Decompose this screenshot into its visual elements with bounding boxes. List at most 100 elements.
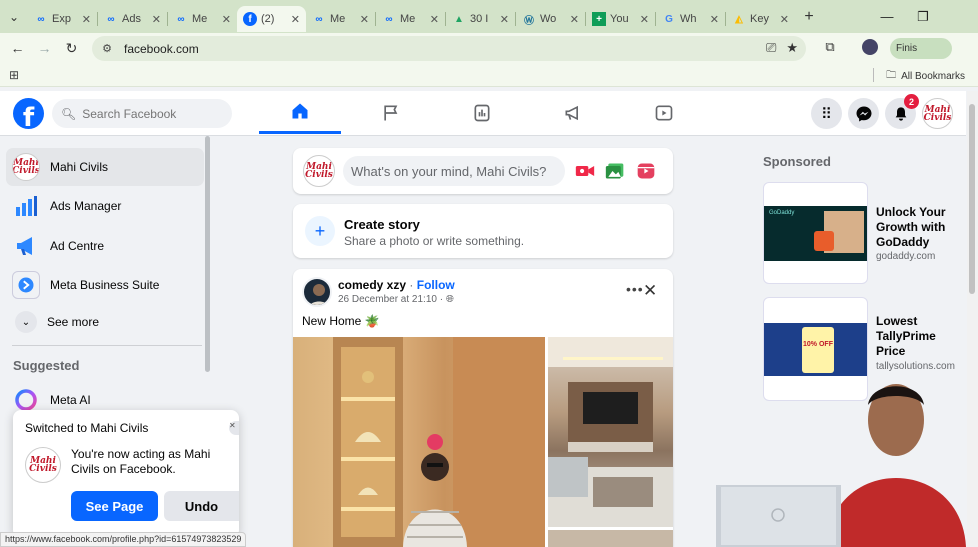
browser-tab[interactable]: ◭ Key ✕ xyxy=(726,6,795,32)
see-more-button[interactable]: ⌄ See more xyxy=(6,303,204,341)
follow-link[interactable]: Follow xyxy=(417,278,455,292)
close-icon[interactable]: ✕ xyxy=(82,13,91,26)
close-icon[interactable]: ✕ xyxy=(710,13,719,26)
post-author-line: comedy xzy · Follow xyxy=(338,278,455,292)
browser-tab[interactable]: Ⓦ Wo ✕ xyxy=(516,6,585,32)
sidebar-scrollbar[interactable] xyxy=(205,136,210,372)
account-avatar[interactable]: Mahi Civils xyxy=(922,98,953,129)
ads-manager-icon xyxy=(12,192,40,220)
live-video-icon[interactable] xyxy=(575,162,595,180)
close-icon[interactable]: ✕ xyxy=(291,13,300,26)
url-text[interactable]: facebook.com xyxy=(124,42,199,56)
extensions-icon[interactable]: ⧉ xyxy=(819,36,841,58)
tab-title: Me xyxy=(192,13,208,25)
messenger-button[interactable] xyxy=(848,98,879,129)
post-photo[interactable] xyxy=(293,337,545,547)
insights-tab[interactable] xyxy=(441,91,523,134)
link-status-bar: https://www.facebook.com/profile.php?id=… xyxy=(0,532,247,547)
flag-icon xyxy=(384,105,398,120)
browser-tab[interactable]: ∞ Me ✕ xyxy=(376,6,445,32)
browser-tab-active[interactable]: f (2) ✕ xyxy=(237,6,306,32)
pages-tab[interactable] xyxy=(350,91,432,134)
minimize-icon[interactable]: — xyxy=(870,0,904,33)
tab-title: Me xyxy=(400,13,416,25)
browser-tab[interactable]: ∞ Ads ✕ xyxy=(98,6,167,32)
facebook-icon: f xyxy=(243,12,257,26)
ads-tab[interactable] xyxy=(532,91,614,134)
install-app-icon[interactable]: ⎚ xyxy=(766,40,776,56)
ad-title[interactable]: Unlock Your Growth with GoDaddy xyxy=(876,205,956,250)
close-icon[interactable]: ✕ xyxy=(222,13,231,26)
restore-icon[interactable]: ❐ xyxy=(906,0,940,33)
tab-search-icon[interactable]: ⌄ xyxy=(0,0,28,33)
composer-input[interactable]: What's on your mind, Mahi Civils? xyxy=(343,156,565,186)
messenger-icon xyxy=(856,106,871,121)
page-scrollbar[interactable] xyxy=(967,91,978,547)
page-avatar: Mahi Civils xyxy=(12,153,40,181)
browser-tab[interactable]: G Wh ✕ xyxy=(656,6,725,32)
browser-tab[interactable]: ∞ Me ✕ xyxy=(168,6,237,32)
close-icon[interactable]: ✕ xyxy=(430,13,439,26)
finish-update-button[interactable]: Finis xyxy=(890,38,952,59)
address-bar[interactable]: ⚙ facebook.com ⎚ ★ xyxy=(92,36,806,61)
profile-avatar-icon[interactable] xyxy=(859,36,881,58)
close-icon[interactable]: ✕ xyxy=(570,13,579,26)
plus-icon: + xyxy=(305,216,335,246)
forward-icon[interactable]: → xyxy=(31,35,58,62)
close-icon[interactable]: ✕ xyxy=(360,13,369,26)
bell-icon xyxy=(895,106,906,121)
more-options-icon[interactable]: ••• xyxy=(626,281,644,297)
create-story-card[interactable]: + Create story Share a photo or write so… xyxy=(293,204,673,258)
browser-tab[interactable]: ∞ Exp ✕ xyxy=(28,6,97,32)
search-input[interactable] xyxy=(82,106,223,121)
new-tab-icon[interactable]: + xyxy=(795,8,823,26)
drive-icon: ▲ xyxy=(454,13,464,25)
search-box[interactable]: 🔍︎ xyxy=(52,99,232,128)
ad-thumbnail[interactable]: GoDaddy xyxy=(763,182,868,284)
author-name[interactable]: comedy xzy xyxy=(338,278,406,292)
wordpress-icon: Ⓦ xyxy=(524,15,534,27)
page-avatar: Mahi Civils xyxy=(25,447,61,483)
sidebar-item-ad-centre[interactable]: Ad Centre xyxy=(6,227,204,265)
home-tab[interactable] xyxy=(259,91,341,134)
sidebar-item-meta-business-suite[interactable]: Meta Business Suite xyxy=(6,266,204,304)
site-settings-icon[interactable]: ⚙ xyxy=(100,42,114,56)
post-timestamp[interactable]: 26 December at 21:10 · 🌐︎ xyxy=(338,294,454,305)
post-photo[interactable] xyxy=(548,337,673,527)
meta-icon: ∞ xyxy=(107,13,115,25)
close-icon[interactable]: ✕ xyxy=(780,13,789,26)
author-avatar[interactable] xyxy=(302,277,332,307)
back-icon[interactable]: ← xyxy=(4,35,31,62)
globe-icon: 🌐︎ xyxy=(445,294,454,305)
photo-video-icon[interactable] xyxy=(605,162,625,180)
apps-grid-icon[interactable]: ⊞ xyxy=(9,68,19,82)
close-icon[interactable]: ✕ xyxy=(500,13,509,26)
sidebar-item-label: Meta AI xyxy=(50,393,91,407)
close-icon[interactable]: ✕ xyxy=(229,421,239,435)
ad-title[interactable]: Lowest TallyPrime Price xyxy=(876,314,956,359)
notification-badge: 2 xyxy=(904,94,919,109)
page-avatar: Mahi Civils xyxy=(303,155,335,187)
bookmark-star-icon[interactable]: ★ xyxy=(786,40,798,56)
facebook-logo-icon[interactable]: f xyxy=(13,98,44,129)
all-bookmarks[interactable]: 🗀 All Bookmarks xyxy=(886,68,965,85)
close-icon[interactable]: ✕ xyxy=(643,281,657,301)
video-tab[interactable] xyxy=(623,91,705,134)
browser-tab[interactable]: ∞ Me ✕ xyxy=(306,6,375,32)
post-photo[interactable] xyxy=(548,530,673,547)
search-icon: 🔍︎ xyxy=(61,106,77,121)
undo-button[interactable]: Undo xyxy=(164,491,239,521)
reload-icon[interactable]: ↻ xyxy=(58,35,85,62)
browser-tab[interactable]: + You ✕ xyxy=(586,6,655,32)
ad-url[interactable]: tallysolutions.com xyxy=(876,361,955,372)
browser-tab[interactable]: ▲ 30 I ✕ xyxy=(446,6,515,32)
reel-icon[interactable] xyxy=(636,162,656,180)
close-icon[interactable]: ✕ xyxy=(152,13,161,26)
close-icon[interactable]: ✕ xyxy=(640,13,649,26)
ad-url[interactable]: godaddy.com xyxy=(876,251,935,262)
megaphone-icon xyxy=(565,105,578,120)
sidebar-item-ads-manager[interactable]: Ads Manager xyxy=(6,187,204,225)
menu-button[interactable]: ⠿ xyxy=(811,98,842,129)
sidebar-item-mahi-civils[interactable]: Mahi Civils Mahi Civils xyxy=(6,148,204,186)
see-page-button[interactable]: See Page xyxy=(71,491,158,521)
